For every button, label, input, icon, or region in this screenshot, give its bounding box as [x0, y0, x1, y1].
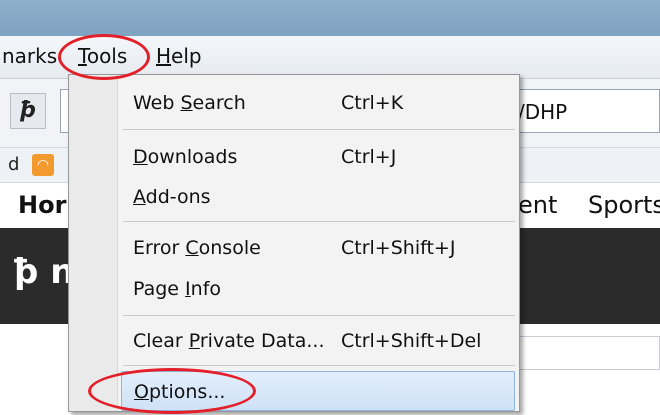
window-titlebar: [0, 0, 660, 36]
menu-icon-gutter: [69, 75, 118, 411]
menu-item-clear-private-data[interactable]: Clear Private Data... Ctrl+Shift+Del: [121, 321, 515, 361]
menu-separator: [123, 221, 515, 222]
menu-item-shortcut: Ctrl+Shift+J: [341, 237, 456, 259]
menu-item-downloads[interactable]: Downloads Ctrl+J: [121, 137, 515, 177]
menu-item-page-info[interactable]: Page Info: [121, 269, 515, 309]
site-identity-icon[interactable]: ꝥ: [10, 93, 46, 129]
label-mnemonic: S: [180, 92, 193, 114]
search-field[interactable]: [505, 336, 660, 370]
menu-separator: [123, 365, 515, 366]
nav-entertainment-link[interactable]: ent: [518, 191, 557, 219]
tools-menu-dropdown: Web Search Ctrl+K Downloads Ctrl+J Add-o…: [68, 74, 520, 412]
label-post: ownloads: [147, 146, 238, 168]
annotation-circle-options: [88, 368, 256, 414]
label-post: dd-ons: [145, 186, 211, 208]
label-post: rivate Data...: [199, 330, 325, 352]
bookmark-item[interactable]: d: [8, 154, 19, 175]
menu-item-label: Page Info: [133, 269, 221, 309]
label-mnemonic: C: [185, 237, 199, 259]
label-pre: Clear: [133, 330, 189, 352]
menu-item-label: Downloads: [133, 137, 237, 177]
menu-item-label: Error Console: [133, 228, 261, 268]
menu-bookmarks[interactable]: narks: [2, 44, 57, 68]
menu-item-label: Web Search: [133, 83, 246, 123]
label-pre: Error: [133, 237, 186, 259]
label-mnemonic: P: [188, 330, 200, 352]
label-pre: Web: [133, 92, 181, 114]
menu-help-mnemonic: H: [156, 44, 172, 68]
label-mnemonic: A: [133, 186, 146, 208]
label-post: earch: [192, 92, 246, 114]
menu-item-label: Add-ons: [133, 177, 211, 217]
label-mnemonic: D: [133, 146, 148, 168]
menu-help[interactable]: Help: [156, 44, 202, 68]
menu-help-label: elp: [171, 44, 202, 68]
menu-separator: [123, 129, 515, 130]
menu-item-shortcut: Ctrl+J: [341, 146, 397, 168]
label-pre: Page: [133, 278, 186, 300]
menu-separator: [123, 315, 515, 316]
label-post: onsole: [198, 237, 261, 259]
menu-item-label: Clear Private Data...: [133, 321, 325, 361]
address-bar-text: /DHP: [518, 100, 568, 124]
nav-home-link[interactable]: Hor: [18, 191, 66, 219]
rss-icon[interactable]: ◠: [32, 154, 54, 176]
menu-bookmarks-label: narks: [2, 44, 58, 68]
label-post: nfo: [190, 278, 222, 300]
menu-item-web-search[interactable]: Web Search Ctrl+K: [121, 83, 515, 123]
annotation-circle-tools: [58, 34, 150, 80]
site-logo: ꝥ n: [14, 252, 75, 292]
menu-item-add-ons[interactable]: Add-ons: [121, 177, 515, 217]
menu-item-shortcut: Ctrl+K: [341, 92, 404, 114]
menu-item-error-console[interactable]: Error Console Ctrl+Shift+J: [121, 228, 515, 268]
nav-sports-link[interactable]: Sports: [588, 191, 660, 219]
menu-item-shortcut: Ctrl+Shift+Del: [341, 330, 482, 352]
